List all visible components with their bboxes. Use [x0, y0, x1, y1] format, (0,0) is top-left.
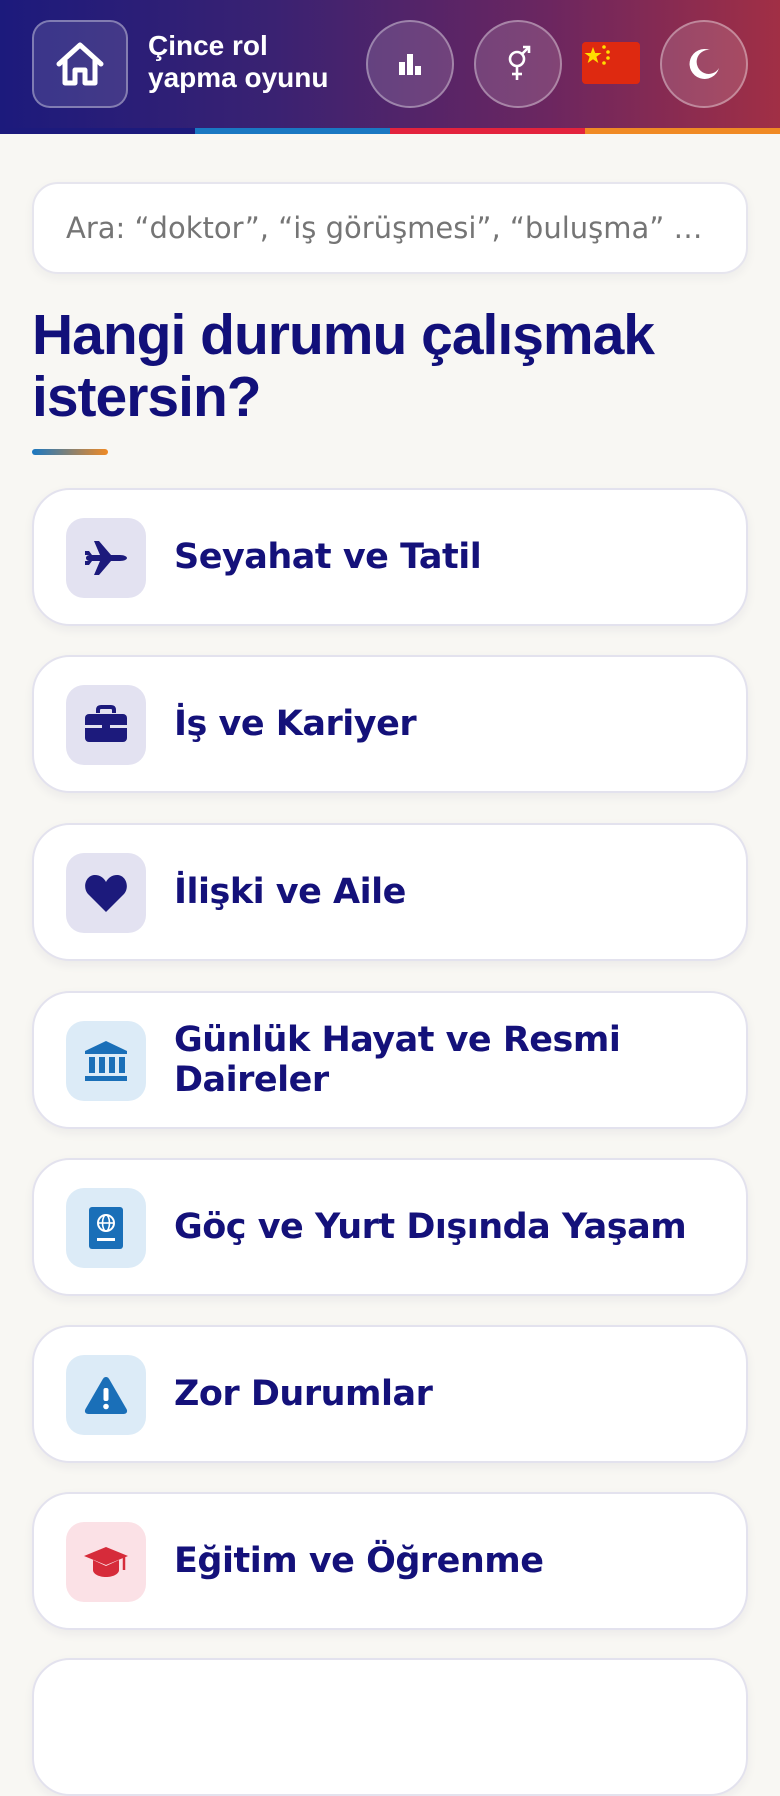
heart-icon	[85, 875, 127, 912]
graduation-cap-icon	[84, 1547, 128, 1577]
category-label: İş ve Kariyer	[174, 704, 417, 744]
page-heading: Hangi durumu çalışmak istersin?	[32, 303, 655, 429]
moon-icon	[689, 48, 719, 79]
gender-button[interactable]	[474, 20, 562, 108]
briefcase-icon	[85, 705, 127, 742]
search-input[interactable]	[32, 182, 748, 274]
category-label: Günlük Hayat ve Resmi Daireler	[174, 1020, 621, 1100]
gender-icon	[508, 45, 531, 80]
category-card-education[interactable]: Eğitim ve Öğrenme	[32, 1492, 748, 1630]
app-header: Çince rol yapma oyunu	[0, 0, 780, 128]
category-card-travel[interactable]: Seyahat ve Tatil	[32, 488, 748, 626]
category-label: İlişki ve Aile	[174, 872, 406, 912]
category-card-more[interactable]	[32, 1658, 748, 1796]
airplane-icon	[85, 541, 127, 575]
category-label: Seyahat ve Tatil	[174, 537, 482, 577]
category-card-family[interactable]: İlişki ve Aile	[32, 823, 748, 961]
category-card-immigration[interactable]: Göç ve Yurt Dışında Yaşam	[32, 1158, 748, 1296]
warning-icon	[84, 1377, 128, 1414]
category-card-daily-life[interactable]: Günlük Hayat ve Resmi Daireler	[32, 991, 748, 1129]
passport-icon	[89, 1207, 123, 1249]
home-button[interactable]	[32, 20, 128, 108]
category-card-hard-situations[interactable]: Zor Durumlar	[32, 1325, 748, 1463]
category-card-career[interactable]: İş ve Kariyer	[32, 655, 748, 793]
bank-icon	[85, 1041, 127, 1081]
theme-toggle-button[interactable]	[660, 20, 748, 108]
heading-underline	[32, 449, 108, 455]
china-flag-icon	[582, 42, 640, 84]
header-accent-stripe	[0, 128, 780, 134]
category-label: Zor Durumlar	[174, 1374, 433, 1414]
app-title: Çince rol yapma oyunu	[148, 30, 329, 93]
home-icon	[56, 42, 104, 86]
language-button[interactable]	[582, 42, 640, 84]
category-label: Göç ve Yurt Dışında Yaşam	[174, 1207, 687, 1247]
bar-chart-icon	[399, 54, 421, 75]
category-label: Eğitim ve Öğrenme	[174, 1541, 544, 1581]
stats-button[interactable]	[366, 20, 454, 108]
